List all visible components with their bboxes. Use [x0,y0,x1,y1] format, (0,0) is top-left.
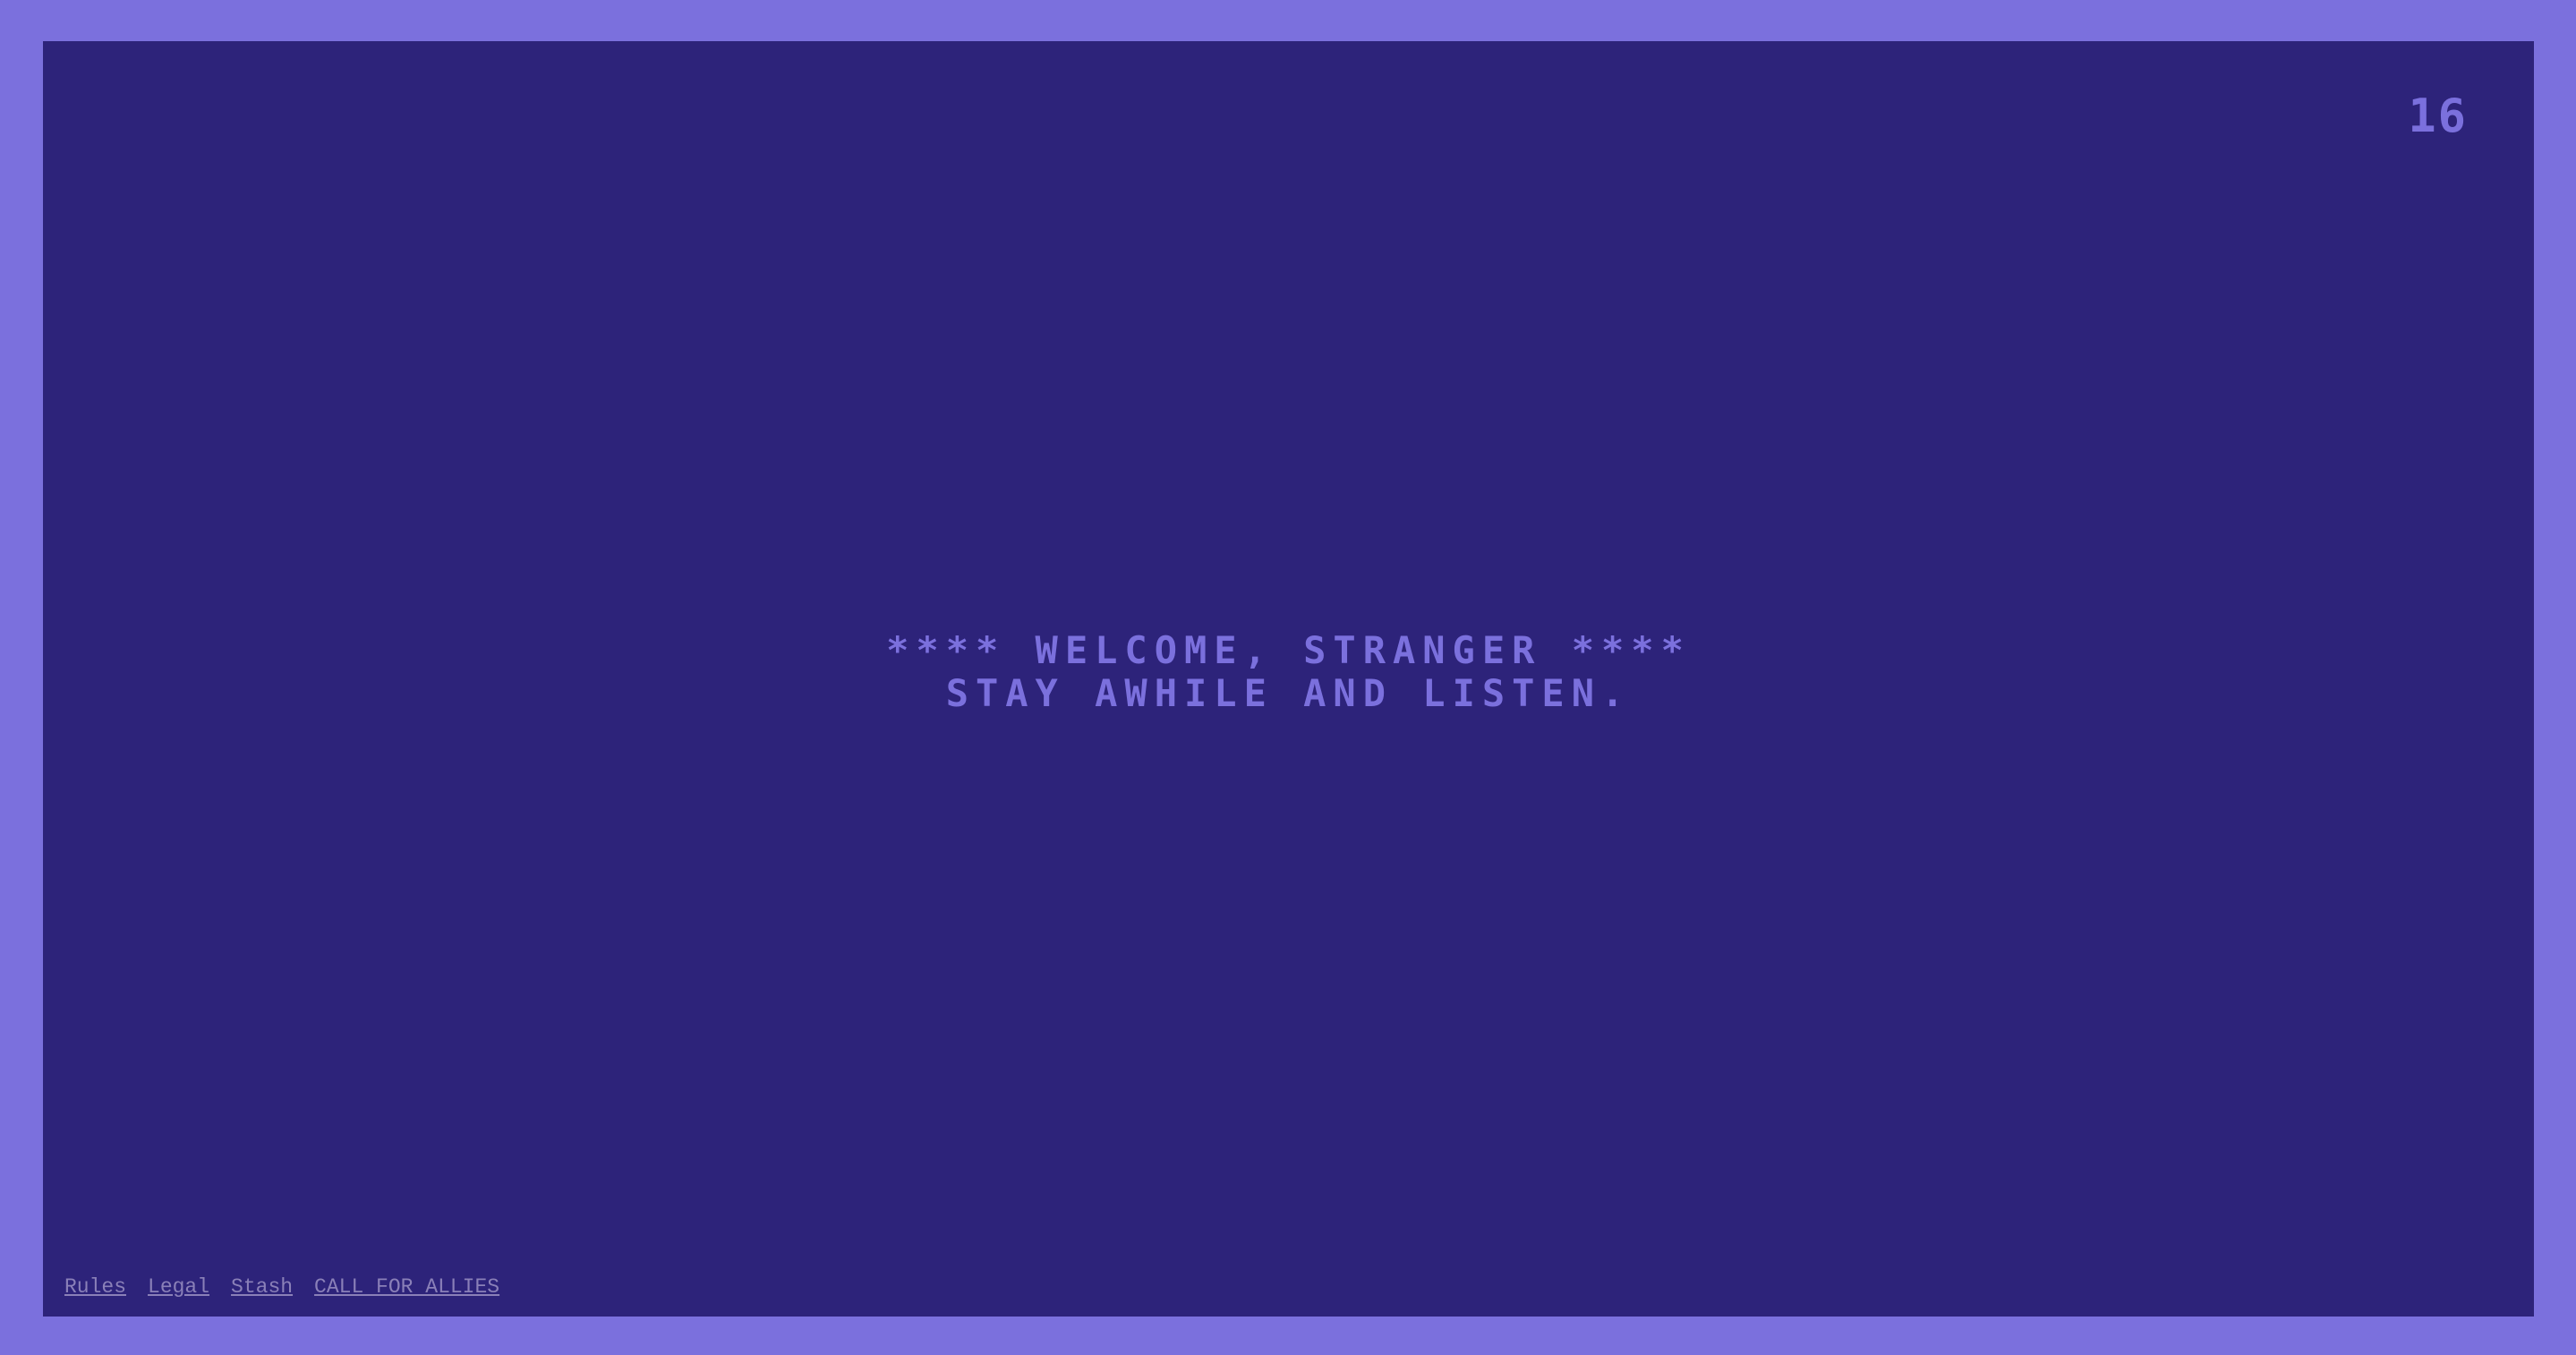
footer-links: Rules Legal Stash CALL FOR ALLIES [64,1275,499,1299]
stash-link[interactable]: Stash [231,1275,293,1299]
legal-link[interactable]: Legal [148,1275,209,1299]
call-for-allies-link[interactable]: CALL FOR ALLIES [314,1275,499,1299]
banner-line-2: STAY AWHILE AND LISTEN. [945,671,1632,715]
screen: 16 **** WELCOME, STRANGER **** STAY AWHI… [43,41,2534,1317]
welcome-banner: **** WELCOME, STRANGER **** STAY AWHILE … [43,629,2534,715]
rules-link[interactable]: Rules [64,1275,126,1299]
banner-line-1: **** WELCOME, STRANGER **** [886,628,1691,672]
counter: 16 [2408,89,2468,143]
